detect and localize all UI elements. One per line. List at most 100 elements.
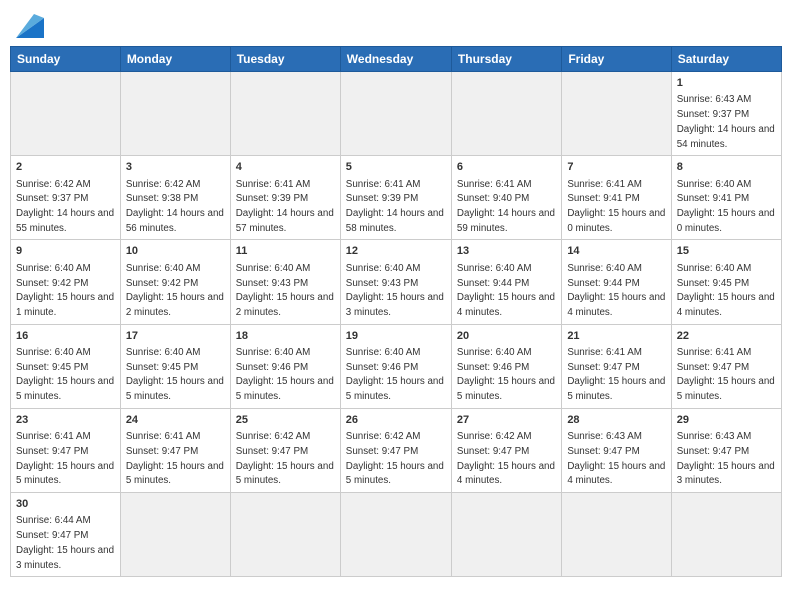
- day-info: Sunrise: 6:40 AM Sunset: 9:45 PM Dayligh…: [677, 263, 775, 318]
- day-number: 27: [457, 413, 556, 428]
- calendar-cell: 30 Sunrise: 6:44 AM Sunset: 9:47 PM Dayli…: [11, 493, 121, 577]
- day-info: Sunrise: 6:43 AM Sunset: 9:37 PM Dayligh…: [677, 94, 775, 149]
- calendar-cell: 2Sunrise: 6:42 AM Sunset: 9:37 PM Daylig…: [11, 156, 121, 240]
- day-info: Sunrise: 6:40 AM Sunset: 9:46 PM Dayligh…: [457, 347, 555, 402]
- day-info: Sunrise: 6:40 AM Sunset: 9:44 PM Dayligh…: [457, 263, 555, 318]
- day-info: Sunrise: 6:40 AM Sunset: 9:42 PM Dayligh…: [16, 263, 114, 318]
- calendar-cell: [11, 72, 121, 156]
- calendar-cell: 11Sunrise: 6:40 AM Sunset: 9:43 PM Dayli…: [230, 240, 340, 324]
- day-number: 13: [457, 244, 556, 259]
- logo-icon: [16, 14, 44, 38]
- calendar-cell: 21Sunrise: 6:41 AM Sunset: 9:47 PM Dayli…: [562, 324, 671, 408]
- calendar-cell: [230, 72, 340, 156]
- day-number: 17: [126, 329, 225, 344]
- calendar-cell: 10 Sunrise: 6:40 AM Sunset: 9:42 PM Dayli…: [120, 240, 230, 324]
- calendar-cell: [230, 493, 340, 577]
- week-row-5: 23 Sunrise: 6:41 AM Sunset: 9:47 PM Dayli…: [11, 408, 782, 492]
- day-info: Sunrise: 6:40 AM Sunset: 9:43 PM Dayligh…: [346, 263, 444, 318]
- week-row-3: 9 Sunrise: 6:40 AM Sunset: 9:42 PM Daylig…: [11, 240, 782, 324]
- day-number: 11: [236, 244, 335, 259]
- calendar-cell: 12 Sunrise: 6:40 AM Sunset: 9:43 PM Dayli…: [340, 240, 451, 324]
- day-number: 30: [16, 497, 115, 512]
- day-number: 15: [677, 244, 776, 259]
- day-number: 10: [126, 244, 225, 259]
- day-info: Sunrise: 6:43 AM Sunset: 9:47 PM Dayligh…: [677, 431, 775, 486]
- day-number: 3: [126, 160, 225, 175]
- day-number: 8: [677, 160, 776, 175]
- day-number: 24: [126, 413, 225, 428]
- day-info: Sunrise: 6:40 AM Sunset: 9:44 PM Dayligh…: [567, 263, 665, 318]
- calendar-cell: [451, 493, 561, 577]
- day-number: 20: [457, 329, 556, 344]
- calendar-cell: 28Sunrise: 6:43 AM Sunset: 9:47 PM Dayli…: [562, 408, 671, 492]
- day-info: Sunrise: 6:41 AM Sunset: 9:47 PM Dayligh…: [16, 431, 114, 486]
- calendar-cell: 1 Sunrise: 6:43 AM Sunset: 9:37 PM Daylig…: [671, 72, 781, 156]
- day-info: Sunrise: 6:43 AM Sunset: 9:47 PM Dayligh…: [567, 431, 665, 486]
- day-number: 1: [677, 76, 776, 91]
- calendar-cell: 15 Sunrise: 6:40 AM Sunset: 9:45 PM Dayli…: [671, 240, 781, 324]
- day-number: 22: [677, 329, 776, 344]
- weekday-header-monday: Monday: [120, 47, 230, 72]
- calendar-cell: 8Sunrise: 6:40 AM Sunset: 9:41 PM Daylig…: [671, 156, 781, 240]
- day-info: Sunrise: 6:40 AM Sunset: 9:46 PM Dayligh…: [236, 347, 334, 402]
- day-number: 25: [236, 413, 335, 428]
- calendar-cell: 17 Sunrise: 6:40 AM Sunset: 9:45 PM Dayli…: [120, 324, 230, 408]
- calendar-cell: [671, 493, 781, 577]
- calendar-cell: 9 Sunrise: 6:40 AM Sunset: 9:42 PM Daylig…: [11, 240, 121, 324]
- week-row-6: 30 Sunrise: 6:44 AM Sunset: 9:47 PM Dayli…: [11, 493, 782, 577]
- day-info: Sunrise: 6:44 AM Sunset: 9:47 PM Dayligh…: [16, 515, 114, 570]
- calendar-cell: 4 Sunrise: 6:41 AM Sunset: 9:39 PM Daylig…: [230, 156, 340, 240]
- day-info: Sunrise: 6:41 AM Sunset: 9:39 PM Dayligh…: [236, 179, 334, 234]
- day-info: Sunrise: 6:41 AM Sunset: 9:47 PM Dayligh…: [677, 347, 775, 402]
- weekday-header-saturday: Saturday: [671, 47, 781, 72]
- calendar-cell: [120, 493, 230, 577]
- calendar-cell: 14 Sunrise: 6:40 AM Sunset: 9:44 PM Dayli…: [562, 240, 671, 324]
- day-info: Sunrise: 6:40 AM Sunset: 9:42 PM Dayligh…: [126, 263, 224, 318]
- calendar-cell: 7 Sunrise: 6:41 AM Sunset: 9:41 PM Daylig…: [562, 156, 671, 240]
- weekday-header-thursday: Thursday: [451, 47, 561, 72]
- day-info: Sunrise: 6:40 AM Sunset: 9:46 PM Dayligh…: [346, 347, 444, 402]
- day-number: 12: [346, 244, 446, 259]
- calendar-cell: 13 Sunrise: 6:40 AM Sunset: 9:44 PM Dayli…: [451, 240, 561, 324]
- day-info: Sunrise: 6:42 AM Sunset: 9:47 PM Dayligh…: [346, 431, 444, 486]
- day-number: 9: [16, 244, 115, 259]
- day-info: Sunrise: 6:42 AM Sunset: 9:47 PM Dayligh…: [236, 431, 334, 486]
- calendar-cell: 25 Sunrise: 6:42 AM Sunset: 9:47 PM Dayli…: [230, 408, 340, 492]
- weekday-header-wednesday: Wednesday: [340, 47, 451, 72]
- week-row-2: 2Sunrise: 6:42 AM Sunset: 9:37 PM Daylig…: [11, 156, 782, 240]
- calendar-cell: 29 Sunrise: 6:43 AM Sunset: 9:47 PM Dayli…: [671, 408, 781, 492]
- calendar-cell: 6 Sunrise: 6:41 AM Sunset: 9:40 PM Daylig…: [451, 156, 561, 240]
- day-info: Sunrise: 6:41 AM Sunset: 9:41 PM Dayligh…: [567, 179, 665, 234]
- calendar-cell: 18 Sunrise: 6:40 AM Sunset: 9:46 PM Dayli…: [230, 324, 340, 408]
- calendar-cell: 26Sunrise: 6:42 AM Sunset: 9:47 PM Dayli…: [340, 408, 451, 492]
- page-header: [10, 10, 782, 40]
- week-row-4: 16 Sunrise: 6:40 AM Sunset: 9:45 PM Dayli…: [11, 324, 782, 408]
- day-info: Sunrise: 6:41 AM Sunset: 9:39 PM Dayligh…: [346, 179, 444, 234]
- day-info: Sunrise: 6:41 AM Sunset: 9:47 PM Dayligh…: [567, 347, 665, 402]
- day-number: 14: [567, 244, 665, 259]
- day-number: 19: [346, 329, 446, 344]
- day-number: 23: [16, 413, 115, 428]
- calendar-cell: 20 Sunrise: 6:40 AM Sunset: 9:46 PM Dayli…: [451, 324, 561, 408]
- day-info: Sunrise: 6:40 AM Sunset: 9:45 PM Dayligh…: [126, 347, 224, 402]
- weekday-header-friday: Friday: [562, 47, 671, 72]
- weekday-header-sunday: Sunday: [11, 47, 121, 72]
- day-info: Sunrise: 6:42 AM Sunset: 9:37 PM Dayligh…: [16, 179, 114, 234]
- calendar-cell: [120, 72, 230, 156]
- day-number: 4: [236, 160, 335, 175]
- day-number: 6: [457, 160, 556, 175]
- day-info: Sunrise: 6:41 AM Sunset: 9:40 PM Dayligh…: [457, 179, 555, 234]
- calendar-table: SundayMondayTuesdayWednesdayThursdayFrid…: [10, 46, 782, 577]
- weekday-header-tuesday: Tuesday: [230, 47, 340, 72]
- day-number: 7: [567, 160, 665, 175]
- calendar-cell: 27Sunrise: 6:42 AM Sunset: 9:47 PM Dayli…: [451, 408, 561, 492]
- day-number: 18: [236, 329, 335, 344]
- calendar-cell: 16 Sunrise: 6:40 AM Sunset: 9:45 PM Dayli…: [11, 324, 121, 408]
- day-number: 29: [677, 413, 776, 428]
- day-info: Sunrise: 6:40 AM Sunset: 9:45 PM Dayligh…: [16, 347, 114, 402]
- day-number: 16: [16, 329, 115, 344]
- calendar-cell: [340, 493, 451, 577]
- calendar-cell: [562, 72, 671, 156]
- calendar-cell: 5 Sunrise: 6:41 AM Sunset: 9:39 PM Daylig…: [340, 156, 451, 240]
- day-number: 5: [346, 160, 446, 175]
